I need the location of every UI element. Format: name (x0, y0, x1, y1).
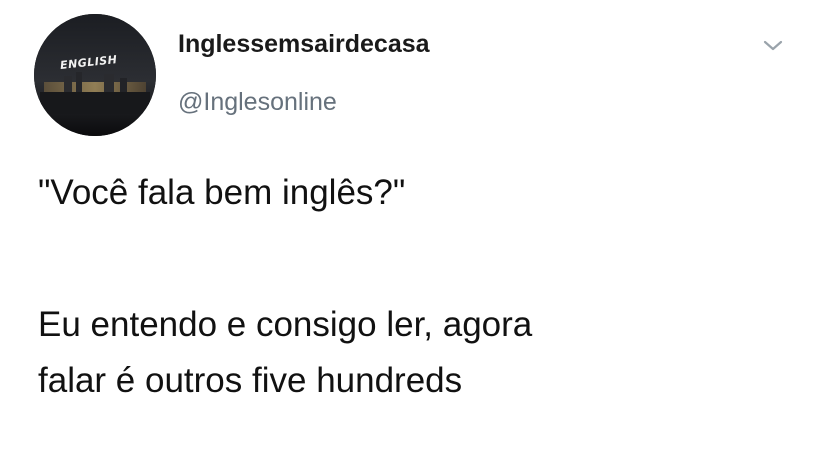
tweet-card: ENGLISH Inglessemsairdecasa @Inglesonlin… (0, 0, 815, 450)
avatar-image (34, 14, 156, 136)
chevron-down-icon[interactable] (758, 34, 788, 58)
tweet-text-line: falar é outros five hundreds (38, 361, 463, 400)
tweet-text-line: "Você fala bem inglês?" (38, 173, 406, 212)
avatar[interactable]: ENGLISH (34, 14, 156, 136)
user-handle[interactable]: @Inglesonline (178, 88, 337, 117)
display-name[interactable]: Inglessemsairdecasa (178, 30, 430, 59)
tweet-text-line: Eu entendo e consigo ler, agora (38, 305, 533, 344)
